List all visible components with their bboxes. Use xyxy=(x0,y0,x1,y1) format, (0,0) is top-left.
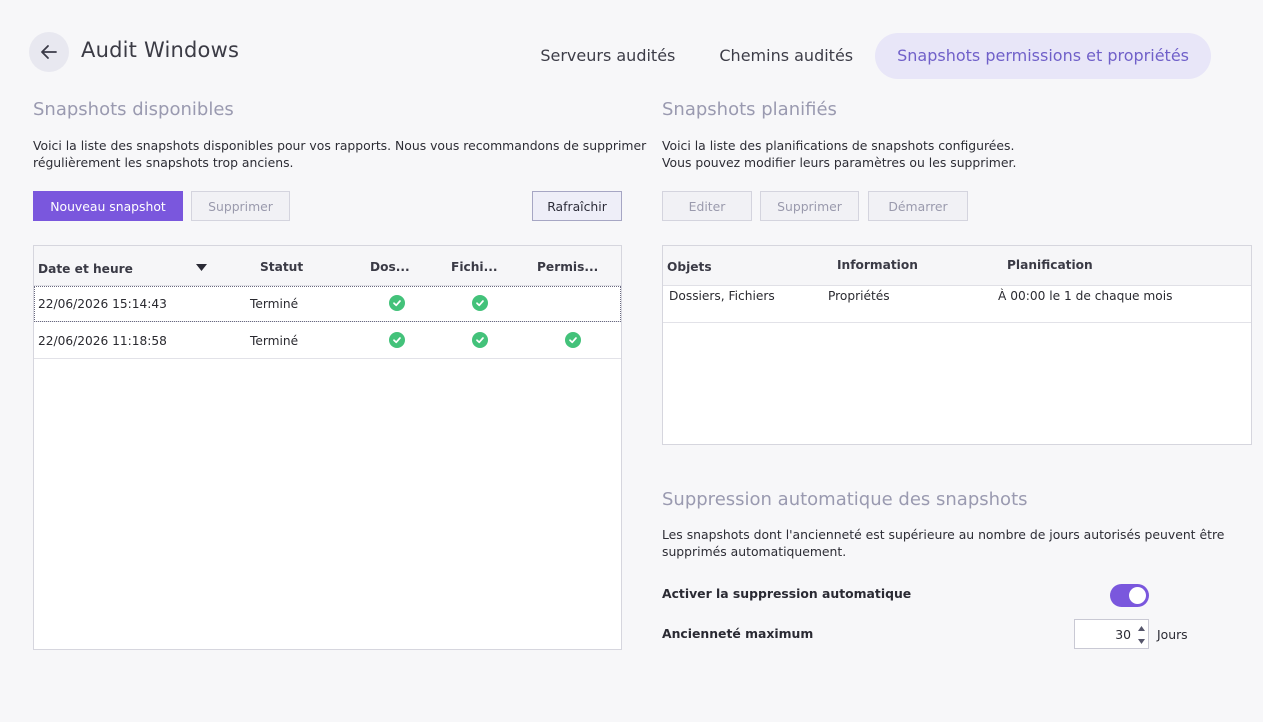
column-information[interactable]: Information xyxy=(837,258,918,272)
toggle-knob xyxy=(1129,587,1146,604)
table-row[interactable]: 22/06/2026 11:18:58 Terminé xyxy=(34,322,621,359)
column-folders[interactable]: Dos... xyxy=(370,260,410,274)
row-information: Propriétés xyxy=(828,289,890,303)
auto-delete-description: Les snapshots dont l'ancienneté est supé… xyxy=(662,527,1225,559)
refresh-button[interactable]: Rafraîchir xyxy=(532,191,622,221)
scheduled-snapshots-title: Snapshots planifiés xyxy=(662,99,837,120)
column-files[interactable]: Fichi... xyxy=(451,260,497,274)
check-circle-icon xyxy=(389,295,405,311)
schedules-table-header: Objets Information Planification xyxy=(663,246,1251,286)
max-age-unit: Jours xyxy=(1157,627,1188,642)
tab-audited-paths[interactable]: Chemins audités xyxy=(697,33,875,79)
available-snapshots-title: Snapshots disponibles xyxy=(33,99,234,120)
tab-snapshots[interactable]: Snapshots permissions et propriétés xyxy=(875,33,1211,79)
max-age-input[interactable] xyxy=(1075,620,1135,648)
arrow-left-icon xyxy=(41,45,57,59)
column-schedule[interactable]: Planification xyxy=(1007,258,1093,272)
row-objects: Dossiers, Fichiers xyxy=(669,289,775,303)
page-title: Audit Windows xyxy=(81,38,240,62)
enable-auto-delete-label: Activer la suppression automatique xyxy=(662,586,912,601)
max-age-label: Ancienneté maximum xyxy=(662,626,814,641)
row-date: 22/06/2026 11:18:58 xyxy=(38,334,167,348)
scheduled-snapshots-description: Voici la liste des planifications de sna… xyxy=(662,138,1017,170)
auto-delete-toggle[interactable] xyxy=(1110,584,1149,607)
table-row[interactable]: 22/06/2026 15:14:43 Terminé xyxy=(34,286,621,322)
chevron-down-icon xyxy=(1137,638,1145,644)
check-circle-icon xyxy=(472,332,488,348)
sort-desc-icon[interactable] xyxy=(196,264,207,272)
start-schedule-button[interactable]: Démarrer xyxy=(868,191,968,221)
check-circle-icon xyxy=(565,332,581,348)
available-snapshots-description: Voici la liste des snapshots disponibles… xyxy=(33,138,647,170)
delete-snapshot-button[interactable]: Supprimer xyxy=(191,191,290,221)
column-objects[interactable]: Objets xyxy=(667,260,712,274)
increment-button[interactable] xyxy=(1136,622,1146,634)
delete-schedule-button[interactable]: Supprimer xyxy=(760,191,859,221)
column-status[interactable]: Statut xyxy=(260,260,303,274)
row-status: Terminé xyxy=(250,297,299,311)
check-circle-icon xyxy=(472,295,488,311)
snapshots-table-header: Date et heure Statut Dos... Fichi... Per… xyxy=(34,246,621,286)
row-date: 22/06/2026 15:14:43 xyxy=(38,297,167,311)
chevron-up-icon xyxy=(1137,625,1145,631)
check-circle-icon xyxy=(389,332,405,348)
row-schedule: À 00:00 le 1 de chaque mois xyxy=(998,289,1173,303)
snapshots-table: Date et heure Statut Dos... Fichi... Per… xyxy=(33,245,622,650)
column-date[interactable]: Date et heure xyxy=(38,262,133,276)
decrement-button[interactable] xyxy=(1136,635,1146,647)
edit-schedule-button[interactable]: Editer xyxy=(662,191,752,221)
max-age-stepper xyxy=(1074,619,1149,649)
new-snapshot-button[interactable]: Nouveau snapshot xyxy=(33,191,183,221)
schedules-table: Objets Information Planification Dossier… xyxy=(662,245,1252,445)
tab-bar: Serveurs audités Chemins audités Snapsho… xyxy=(518,33,1211,79)
auto-delete-title: Suppression automatique des snapshots xyxy=(662,489,1028,510)
tab-audited-servers[interactable]: Serveurs audités xyxy=(518,33,697,79)
back-button[interactable] xyxy=(29,32,69,72)
table-row[interactable]: Dossiers, Fichiers Propriétés À 00:00 le… xyxy=(663,286,1251,323)
row-status: Terminé xyxy=(250,334,299,348)
column-permissions[interactable]: Permis... xyxy=(537,260,598,274)
